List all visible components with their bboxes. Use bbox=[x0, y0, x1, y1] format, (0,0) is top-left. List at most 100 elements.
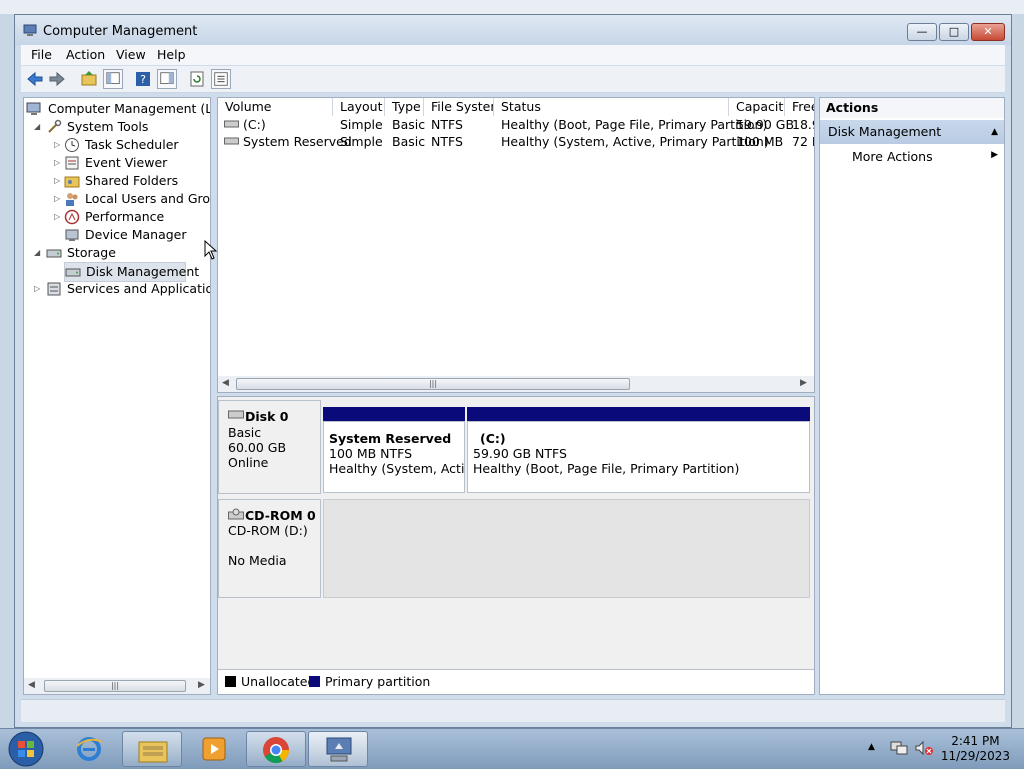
up-folder-icon[interactable] bbox=[79, 69, 99, 89]
cell-free: 72 M bbox=[792, 134, 814, 149]
volume-muted-icon[interactable] bbox=[914, 740, 934, 756]
show-hidden-icons-icon[interactable]: ▲ bbox=[868, 742, 875, 752]
clock-icon bbox=[65, 138, 79, 152]
refresh-icon[interactable] bbox=[187, 69, 207, 89]
scroll-right-icon[interactable]: ▶ bbox=[198, 680, 205, 690]
taskbar-media-player[interactable] bbox=[184, 731, 244, 767]
column-layout[interactable]: Layout bbox=[333, 98, 385, 116]
minimize-button[interactable]: — bbox=[907, 23, 937, 41]
menu-file[interactable]: File bbox=[31, 47, 52, 62]
tree-label-performance: Performance bbox=[85, 209, 165, 224]
disk-management-icon bbox=[65, 268, 81, 277]
properties-icon[interactable] bbox=[211, 69, 231, 89]
column-status[interactable]: Status bbox=[494, 98, 729, 116]
column-file-system[interactable]: File System bbox=[424, 98, 494, 116]
scroll-left-icon[interactable]: ◀ bbox=[28, 680, 35, 690]
back-arrow-icon[interactable] bbox=[25, 69, 45, 89]
volume-horizontal-scrollbar[interactable]: ◀ ||| ▶ bbox=[218, 376, 814, 392]
column-capacity[interactable]: Capacity bbox=[729, 98, 785, 116]
tree-label-shared-folders: Shared Folders bbox=[85, 173, 179, 188]
maximize-button[interactable]: □ bbox=[939, 23, 969, 41]
storage-icon bbox=[46, 249, 62, 258]
chrome-icon bbox=[263, 737, 290, 764]
partition-system-reserved[interactable]: System Reserved 100 MB NTFS Healthy (Sys… bbox=[323, 421, 465, 493]
toolbar: ? bbox=[21, 66, 1005, 93]
partition-bar-system-reserved bbox=[323, 407, 465, 421]
partition-size: 59.90 GB NTFS bbox=[473, 446, 567, 461]
collapse-arrow-icon[interactable]: ◢ bbox=[34, 248, 40, 257]
legend-swatch-unallocated bbox=[225, 676, 236, 687]
taskbar-chrome[interactable] bbox=[246, 731, 306, 767]
cell-volume: (C:) bbox=[243, 117, 266, 132]
internet-explorer-icon bbox=[76, 737, 103, 761]
expand-arrow-icon[interactable]: ▷ bbox=[34, 284, 40, 293]
close-button[interactable]: ✕ bbox=[971, 23, 1005, 41]
column-free[interactable]: Free bbox=[785, 98, 814, 116]
cell-capacity: 59.90 GB bbox=[736, 117, 795, 132]
more-actions-item[interactable]: More Actions ▶ bbox=[820, 146, 1004, 168]
cdrom0-status: No Media bbox=[228, 553, 287, 568]
scroll-right-icon[interactable]: ▶ bbox=[800, 378, 807, 388]
legend-swatch-primary bbox=[309, 676, 320, 687]
column-volume[interactable]: Volume bbox=[218, 98, 333, 116]
computer-management-icon bbox=[23, 24, 37, 36]
expand-arrow-icon[interactable]: ▷ bbox=[54, 158, 60, 167]
tree-item-disk-management[interactable]: Disk Management bbox=[64, 262, 199, 282]
actions-section-disk-management[interactable]: Disk Management ▲ bbox=[820, 120, 1004, 144]
forward-arrow-icon[interactable] bbox=[47, 69, 67, 89]
show-hide-action-pane-icon[interactable] bbox=[157, 69, 177, 89]
menu-view[interactable]: View bbox=[116, 47, 146, 62]
performance-icon bbox=[64, 209, 80, 225]
partition-name: (C:) bbox=[480, 431, 506, 446]
cdrom0-type: CD-ROM (D:) bbox=[228, 523, 308, 538]
cell-capacity: 100 MB bbox=[736, 134, 784, 149]
table-row[interactable]: (C:) Simple Basic NTFS Healthy (Boot, Pa… bbox=[218, 116, 814, 133]
tree-label-task-scheduler: Task Scheduler bbox=[85, 137, 179, 152]
menu-help[interactable]: Help bbox=[157, 47, 186, 62]
expand-arrow-icon[interactable]: ▷ bbox=[54, 176, 60, 185]
cell-type: Basic bbox=[392, 134, 426, 149]
client-area: Computer Management (Local ◢ System Tool… bbox=[21, 94, 1005, 696]
disk-graphical-view: Disk 0 Basic 60.00 GB Online System Rese… bbox=[217, 396, 815, 695]
shared-folder-icon bbox=[64, 176, 80, 188]
disk0-type: Basic bbox=[228, 425, 262, 440]
table-row[interactable]: System Reserved Simple Basic NTFS Health… bbox=[218, 133, 814, 150]
more-actions-label: More Actions bbox=[852, 149, 933, 164]
partition-c[interactable]: (C:) 59.90 GB NTFS Healthy (Boot, Page F… bbox=[467, 421, 810, 493]
collapse-up-icon[interactable]: ▲ bbox=[991, 120, 998, 144]
expand-arrow-icon[interactable]: ▷ bbox=[54, 194, 60, 203]
computer-management-icon bbox=[326, 737, 352, 762]
clock[interactable]: 2:41 PM 11/29/2023 bbox=[941, 734, 1010, 764]
tools-icon bbox=[48, 119, 62, 133]
expand-arrow-icon[interactable]: ▷ bbox=[54, 140, 60, 149]
cdrom0-label[interactable]: CD-ROM 0 CD-ROM (D:) No Media bbox=[218, 499, 321, 598]
tree-label-root: Computer Management (Local bbox=[48, 101, 210, 116]
column-type[interactable]: Type bbox=[385, 98, 424, 116]
collapse-arrow-icon[interactable]: ◢ bbox=[34, 122, 40, 131]
expand-arrow-icon[interactable]: ▷ bbox=[54, 212, 60, 221]
help-icon[interactable]: ? bbox=[133, 69, 153, 89]
actions-header: Actions bbox=[820, 98, 1004, 118]
disk0-label[interactable]: Disk 0 Basic 60.00 GB Online bbox=[218, 400, 321, 494]
title-bar[interactable]: Computer Management — □ ✕ bbox=[15, 15, 1011, 45]
cdrom0-empty-area bbox=[323, 499, 810, 598]
scroll-thumb[interactable]: ||| bbox=[236, 378, 630, 390]
tree-label-local-users: Local Users and Groups bbox=[85, 191, 211, 206]
scroll-thumb[interactable]: ||| bbox=[44, 680, 186, 692]
show-hide-tree-icon[interactable] bbox=[103, 69, 123, 89]
tree-horizontal-scrollbar[interactable]: ◀ ||| ▶ bbox=[24, 678, 210, 694]
computer-management-window: Computer Management — □ ✕ File Action Vi… bbox=[14, 14, 1012, 728]
volume-list: Volume Layout Type File System Status Ca… bbox=[217, 97, 815, 393]
taskbar-computer-management[interactable] bbox=[308, 731, 368, 767]
scroll-left-icon[interactable]: ◀ bbox=[222, 378, 229, 388]
cell-status: Healthy (Boot, Page File, Primary Partit… bbox=[501, 117, 768, 132]
network-icon[interactable] bbox=[890, 740, 908, 756]
file-explorer-icon bbox=[138, 741, 168, 763]
taskbar-internet-explorer[interactable] bbox=[60, 731, 120, 767]
partition-status: Healthy (System, Active, bbox=[329, 461, 465, 476]
taskbar-file-explorer[interactable] bbox=[122, 731, 182, 767]
start-button-icon[interactable] bbox=[6, 730, 46, 768]
menu-bar: File Action View Help bbox=[21, 45, 1005, 65]
menu-action[interactable]: Action bbox=[66, 47, 105, 62]
cell-layout: Simple bbox=[340, 134, 383, 149]
